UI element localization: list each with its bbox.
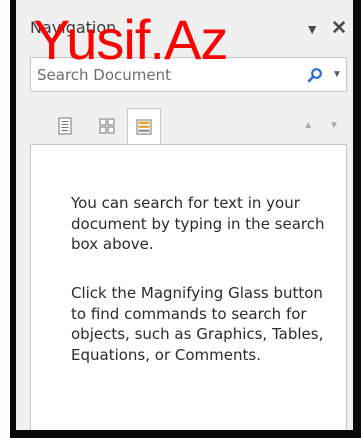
- pane-options-dropdown[interactable]: ▼: [305, 22, 319, 36]
- result-navigation: ▲ ▼: [303, 120, 339, 131]
- help-message-search: You can search for text in your document…: [71, 194, 325, 253]
- up-arrow-icon: ▲: [303, 120, 314, 131]
- tab-headings[interactable]: [48, 108, 82, 144]
- search-options-dropdown[interactable]: ▼: [328, 58, 346, 91]
- tab-pages[interactable]: [90, 108, 124, 144]
- close-icon: ✕: [331, 18, 347, 39]
- results-list-icon: [136, 119, 152, 135]
- headings-icon: [58, 117, 72, 135]
- help-message-magnifier: Click the Magnifying Glass button to fin…: [71, 284, 324, 364]
- window-border-bottom: [16, 430, 353, 438]
- view-tab-bar: ▲ ▼: [30, 108, 347, 145]
- chevron-down-icon: ▼: [305, 20, 320, 37]
- chevron-down-icon: ▼: [332, 69, 342, 80]
- down-arrow-icon: ▼: [329, 120, 339, 131]
- background-strip: [0, 0, 10, 438]
- page-thumbnails-icon: [99, 118, 115, 134]
- previous-result-button[interactable]: ▲: [303, 120, 313, 131]
- magnifying-glass-icon: [307, 67, 322, 82]
- close-pane-button[interactable]: ✕: [331, 19, 347, 38]
- header-controls: ▼ ✕: [305, 19, 347, 38]
- search-button[interactable]: [302, 58, 328, 91]
- window-border-right: [353, 0, 361, 438]
- next-result-button[interactable]: ▼: [329, 120, 339, 131]
- results-panel: You can search for text in your document…: [30, 144, 347, 430]
- watermark: Yusif.Az: [33, 8, 228, 71]
- tab-results[interactable]: [127, 108, 161, 145]
